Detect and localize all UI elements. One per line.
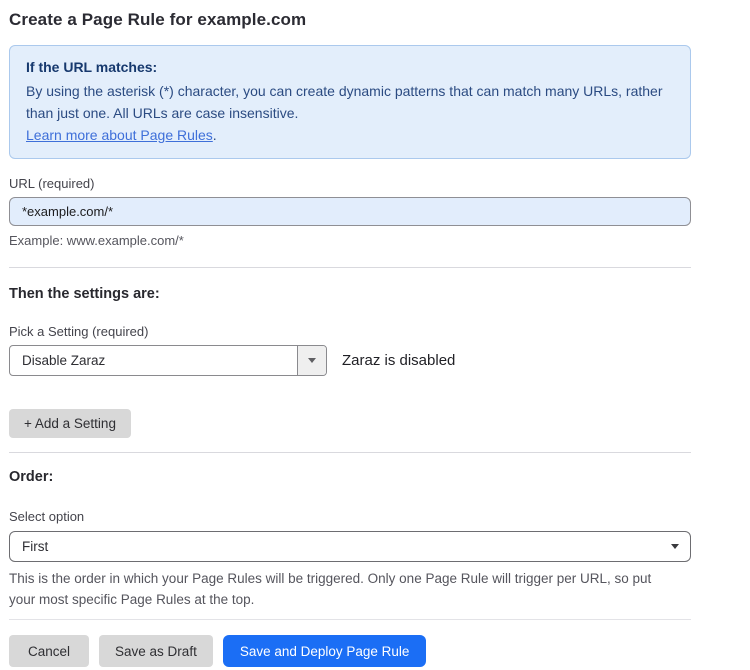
footer-actions: Cancel Save as Draft Save and Deploy Pag… <box>9 635 691 667</box>
order-select-wrap: First <box>9 531 691 562</box>
url-example-hint: Example: www.example.com/* <box>9 233 691 248</box>
settings-section-heading: Then the settings are: <box>9 286 691 302</box>
save-as-draft-button[interactable]: Save as Draft <box>99 635 213 667</box>
divider <box>9 267 691 268</box>
setting-combobox[interactable]: Disable Zaraz <box>9 345 327 376</box>
setting-picker-row: Disable Zaraz Zaraz is disabled <box>9 345 691 376</box>
pick-setting-label: Pick a Setting (required) <box>9 324 691 339</box>
link-suffix: . <box>213 127 217 143</box>
order-select-value: First <box>22 539 48 554</box>
info-box-body: By using the asterisk (*) character, you… <box>26 80 674 124</box>
order-section-heading: Order: <box>9 469 691 485</box>
info-box-link-line: Learn more about Page Rules. <box>26 124 674 146</box>
add-setting-button[interactable]: + Add a Setting <box>9 409 131 438</box>
page-title: Create a Page Rule for example.com <box>9 10 691 30</box>
divider <box>9 619 691 620</box>
page-rule-form: Create a Page Rule for example.com If th… <box>0 0 691 667</box>
learn-more-link[interactable]: Learn more about Page Rules <box>26 127 213 143</box>
triangle-down-icon <box>308 358 316 363</box>
info-box-heading: If the URL matches: <box>26 57 674 78</box>
url-match-info-box: If the URL matches: By using the asteris… <box>9 45 691 159</box>
setting-dropdown-button[interactable] <box>297 346 326 375</box>
cancel-button[interactable]: Cancel <box>9 635 89 667</box>
divider <box>9 452 691 453</box>
save-and-deploy-button[interactable]: Save and Deploy Page Rule <box>223 635 427 667</box>
order-select[interactable]: First <box>9 531 691 562</box>
url-input[interactable] <box>9 197 691 226</box>
select-option-label: Select option <box>9 509 691 524</box>
setting-status-text: Zaraz is disabled <box>342 352 455 369</box>
order-description: This is the order in which your Page Rul… <box>9 568 674 610</box>
setting-combobox-value: Disable Zaraz <box>10 346 297 375</box>
url-label: URL (required) <box>9 176 691 191</box>
